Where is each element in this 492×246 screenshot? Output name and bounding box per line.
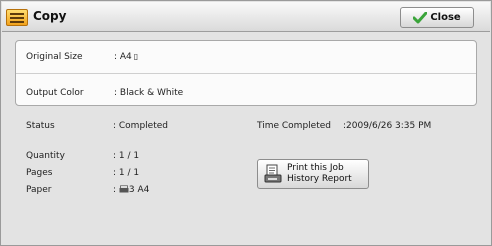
- status-value: : Completed: [113, 121, 168, 131]
- paper-label: Paper: [26, 185, 52, 195]
- time-completed-value: :2009/6/26 3:35 PM: [343, 121, 432, 131]
- pages-value: : 1 / 1: [113, 168, 140, 178]
- copy-settings-panel: Original Size : A4 ▯ Output Color : Black…: [15, 40, 477, 106]
- copy-window: Copy Close Original Size : A4 ▯ Output Co…: [0, 0, 492, 246]
- output-color-value: : Black & White: [114, 88, 184, 98]
- time-completed-label: Time Completed: [257, 121, 331, 131]
- quantity-value: : 1 / 1: [113, 151, 140, 161]
- report-button-line2: History Report: [287, 174, 352, 184]
- status-label: Status: [26, 121, 55, 131]
- settings-divider: [16, 73, 476, 74]
- quantity-label: Quantity: [26, 151, 65, 161]
- close-button-label: Close: [430, 12, 461, 23]
- copy-app-icon: [6, 9, 28, 26]
- report-button-line1: Print this Job: [287, 163, 344, 173]
- green-check-icon: [413, 11, 428, 23]
- original-size-text: : A4: [114, 52, 132, 62]
- portrait-orientation-icon: ▯: [133, 52, 139, 61]
- print-job-history-report-button[interactable]: Print this Job History Report: [257, 159, 369, 189]
- paper-value: : 3 A4: [113, 185, 149, 195]
- window-title: Copy: [33, 9, 67, 23]
- original-size-value: : A4 ▯: [114, 52, 138, 62]
- paper-tray-icon: [119, 185, 129, 193]
- report-printer-icon: [264, 164, 282, 183]
- title-bar: Copy Close: [2, 2, 490, 32]
- original-size-label: Original Size: [26, 52, 83, 62]
- output-color-label: Output Color: [26, 88, 84, 98]
- close-button[interactable]: Close: [400, 7, 474, 28]
- pages-label: Pages: [26, 168, 53, 178]
- paper-tray-text: 3 A4: [128, 185, 150, 195]
